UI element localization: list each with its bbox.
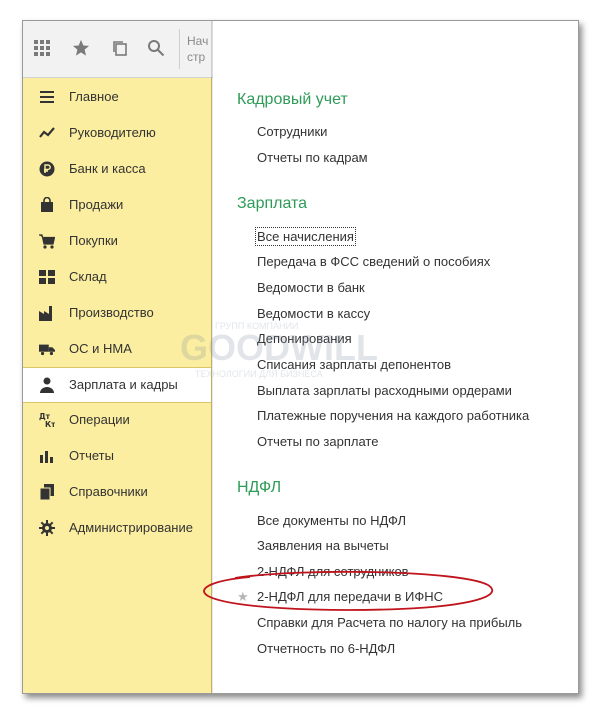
link-6ndfl-reporting[interactable]: Отчетность по 6-НДФЛ	[257, 641, 395, 656]
svg-text:Кт: Кт	[45, 420, 55, 428]
sidebar-item-label: Администрирование	[69, 520, 193, 535]
link-fss-benefits[interactable]: Передача в ФСС сведений о пособиях	[257, 254, 490, 269]
link-payment-orders-per-employee[interactable]: Платежные поручения на каждого работника	[257, 408, 529, 423]
sidebar-item-reports[interactable]: Отчеты	[23, 439, 211, 473]
sidebar-item-label: Производство	[69, 305, 154, 320]
sidebar-item-bank-cash[interactable]: Банк и касса	[23, 152, 211, 186]
sidebar-item-production[interactable]: Производство	[23, 296, 211, 330]
sidebar-item-label: Главное	[69, 89, 119, 104]
sidebar-item-purchases[interactable]: Покупки	[23, 224, 211, 258]
sidebar-item-references[interactable]: Справочники	[23, 475, 211, 509]
link-employees[interactable]: Сотрудники	[257, 124, 327, 139]
sidebar-item-label: Руководителю	[69, 125, 156, 140]
operations-dtkt-icon: Дт Кт	[39, 412, 55, 428]
books-icon	[39, 484, 55, 500]
link-hr-reports[interactable]: Отчеты по кадрам	[257, 150, 368, 165]
sidebar-item-label: Отчеты	[69, 448, 114, 463]
sections-sidebar: Главное Руководителю Банк и касса Продаж…	[23, 78, 212, 693]
factory-icon	[39, 305, 55, 321]
warehouse-grid-icon	[39, 269, 55, 285]
link-2ndfl-employees[interactable]: 2-НДФЛ для сотрудников	[257, 564, 409, 579]
sidebar-item-label: Операции	[69, 412, 130, 427]
link-deposit-writeoffs[interactable]: Списания зарплаты депонентов	[257, 357, 451, 372]
sidebar-item-manager[interactable]: Руководителю	[23, 116, 211, 150]
link-deduction-applications[interactable]: Заявления на вычеты	[257, 538, 389, 553]
link-bank-statements[interactable]: Ведомости в банк	[257, 280, 365, 295]
sidebar-item-label: Справочники	[69, 484, 148, 499]
shopping-bag-icon	[39, 197, 55, 213]
person-icon	[39, 377, 55, 393]
link-depositing[interactable]: Депонирования	[257, 331, 352, 346]
sidebar-item-salary-hr[interactable]: Зарплата и кадры	[23, 367, 211, 403]
link-2ndfl-ifns[interactable]: 2-НДФЛ для передачи в ИФНС	[257, 589, 443, 604]
search-icon[interactable]	[143, 35, 169, 61]
sidebar-item-label: Склад	[69, 269, 107, 284]
section-title-ndfl: НДФЛ	[237, 479, 282, 496]
link-cash-statements[interactable]: Ведомости в кассу	[257, 306, 370, 321]
ruble-coin-icon	[39, 161, 55, 177]
menu-lines-icon	[39, 89, 55, 105]
truck-icon	[39, 341, 55, 357]
sidebar-item-sales[interactable]: Продажи	[23, 188, 211, 222]
sidebar-item-administration[interactable]: Администрирование	[23, 511, 211, 545]
history-icon[interactable]	[107, 35, 133, 61]
gear-icon	[39, 520, 55, 536]
section-menu-panel: Кадровый учет Сотрудники Отчеты по кадра…	[213, 21, 578, 693]
sidebar-item-label: Зарплата и кадры	[69, 377, 178, 392]
sidebar-item-label: Покупки	[69, 233, 118, 248]
trend-chart-icon	[39, 125, 55, 141]
link-cash-order-payments[interactable]: Выплата зарплаты расходными ордерами	[257, 383, 512, 398]
shopping-cart-icon	[39, 233, 55, 249]
link-all-accruals[interactable]: Все начисления	[255, 227, 356, 246]
apps-grid-icon[interactable]	[29, 35, 55, 61]
section-title-hr: Кадровый учет	[237, 91, 348, 108]
hint-line-1: Нач	[187, 34, 209, 48]
sidebar-item-label: Продажи	[69, 197, 124, 212]
link-salary-reports[interactable]: Отчеты по зарплате	[257, 434, 378, 449]
star-icon[interactable]	[68, 35, 94, 61]
section-title-salary: Зарплата	[237, 195, 308, 212]
link-profit-tax-certificates[interactable]: Справки для Расчета по налогу на прибыль	[257, 615, 522, 630]
link-all-ndfl-documents[interactable]: Все документы по НДФЛ	[257, 513, 406, 528]
sidebar-item-main[interactable]: Главное	[23, 80, 211, 114]
home-page-tab-hint[interactable]: Нач стр	[187, 33, 208, 65]
sidebar-item-operations[interactable]: Дт Кт Операции	[23, 403, 211, 437]
sidebar-item-label: ОС и НМА	[69, 341, 132, 356]
app-window: Нач стр Главное Руководителю Банк и касс…	[22, 20, 579, 694]
sidebar-item-label: Банк и касса	[69, 161, 146, 176]
favorite-star-icon[interactable]: ★	[237, 589, 249, 605]
hint-line-2: стр	[187, 50, 206, 64]
bar-chart-icon	[39, 448, 55, 464]
sidebar-item-assets[interactable]: ОС и НМА	[23, 332, 211, 366]
toolbar-separator	[179, 29, 180, 69]
sidebar-item-warehouse[interactable]: Склад	[23, 260, 211, 294]
